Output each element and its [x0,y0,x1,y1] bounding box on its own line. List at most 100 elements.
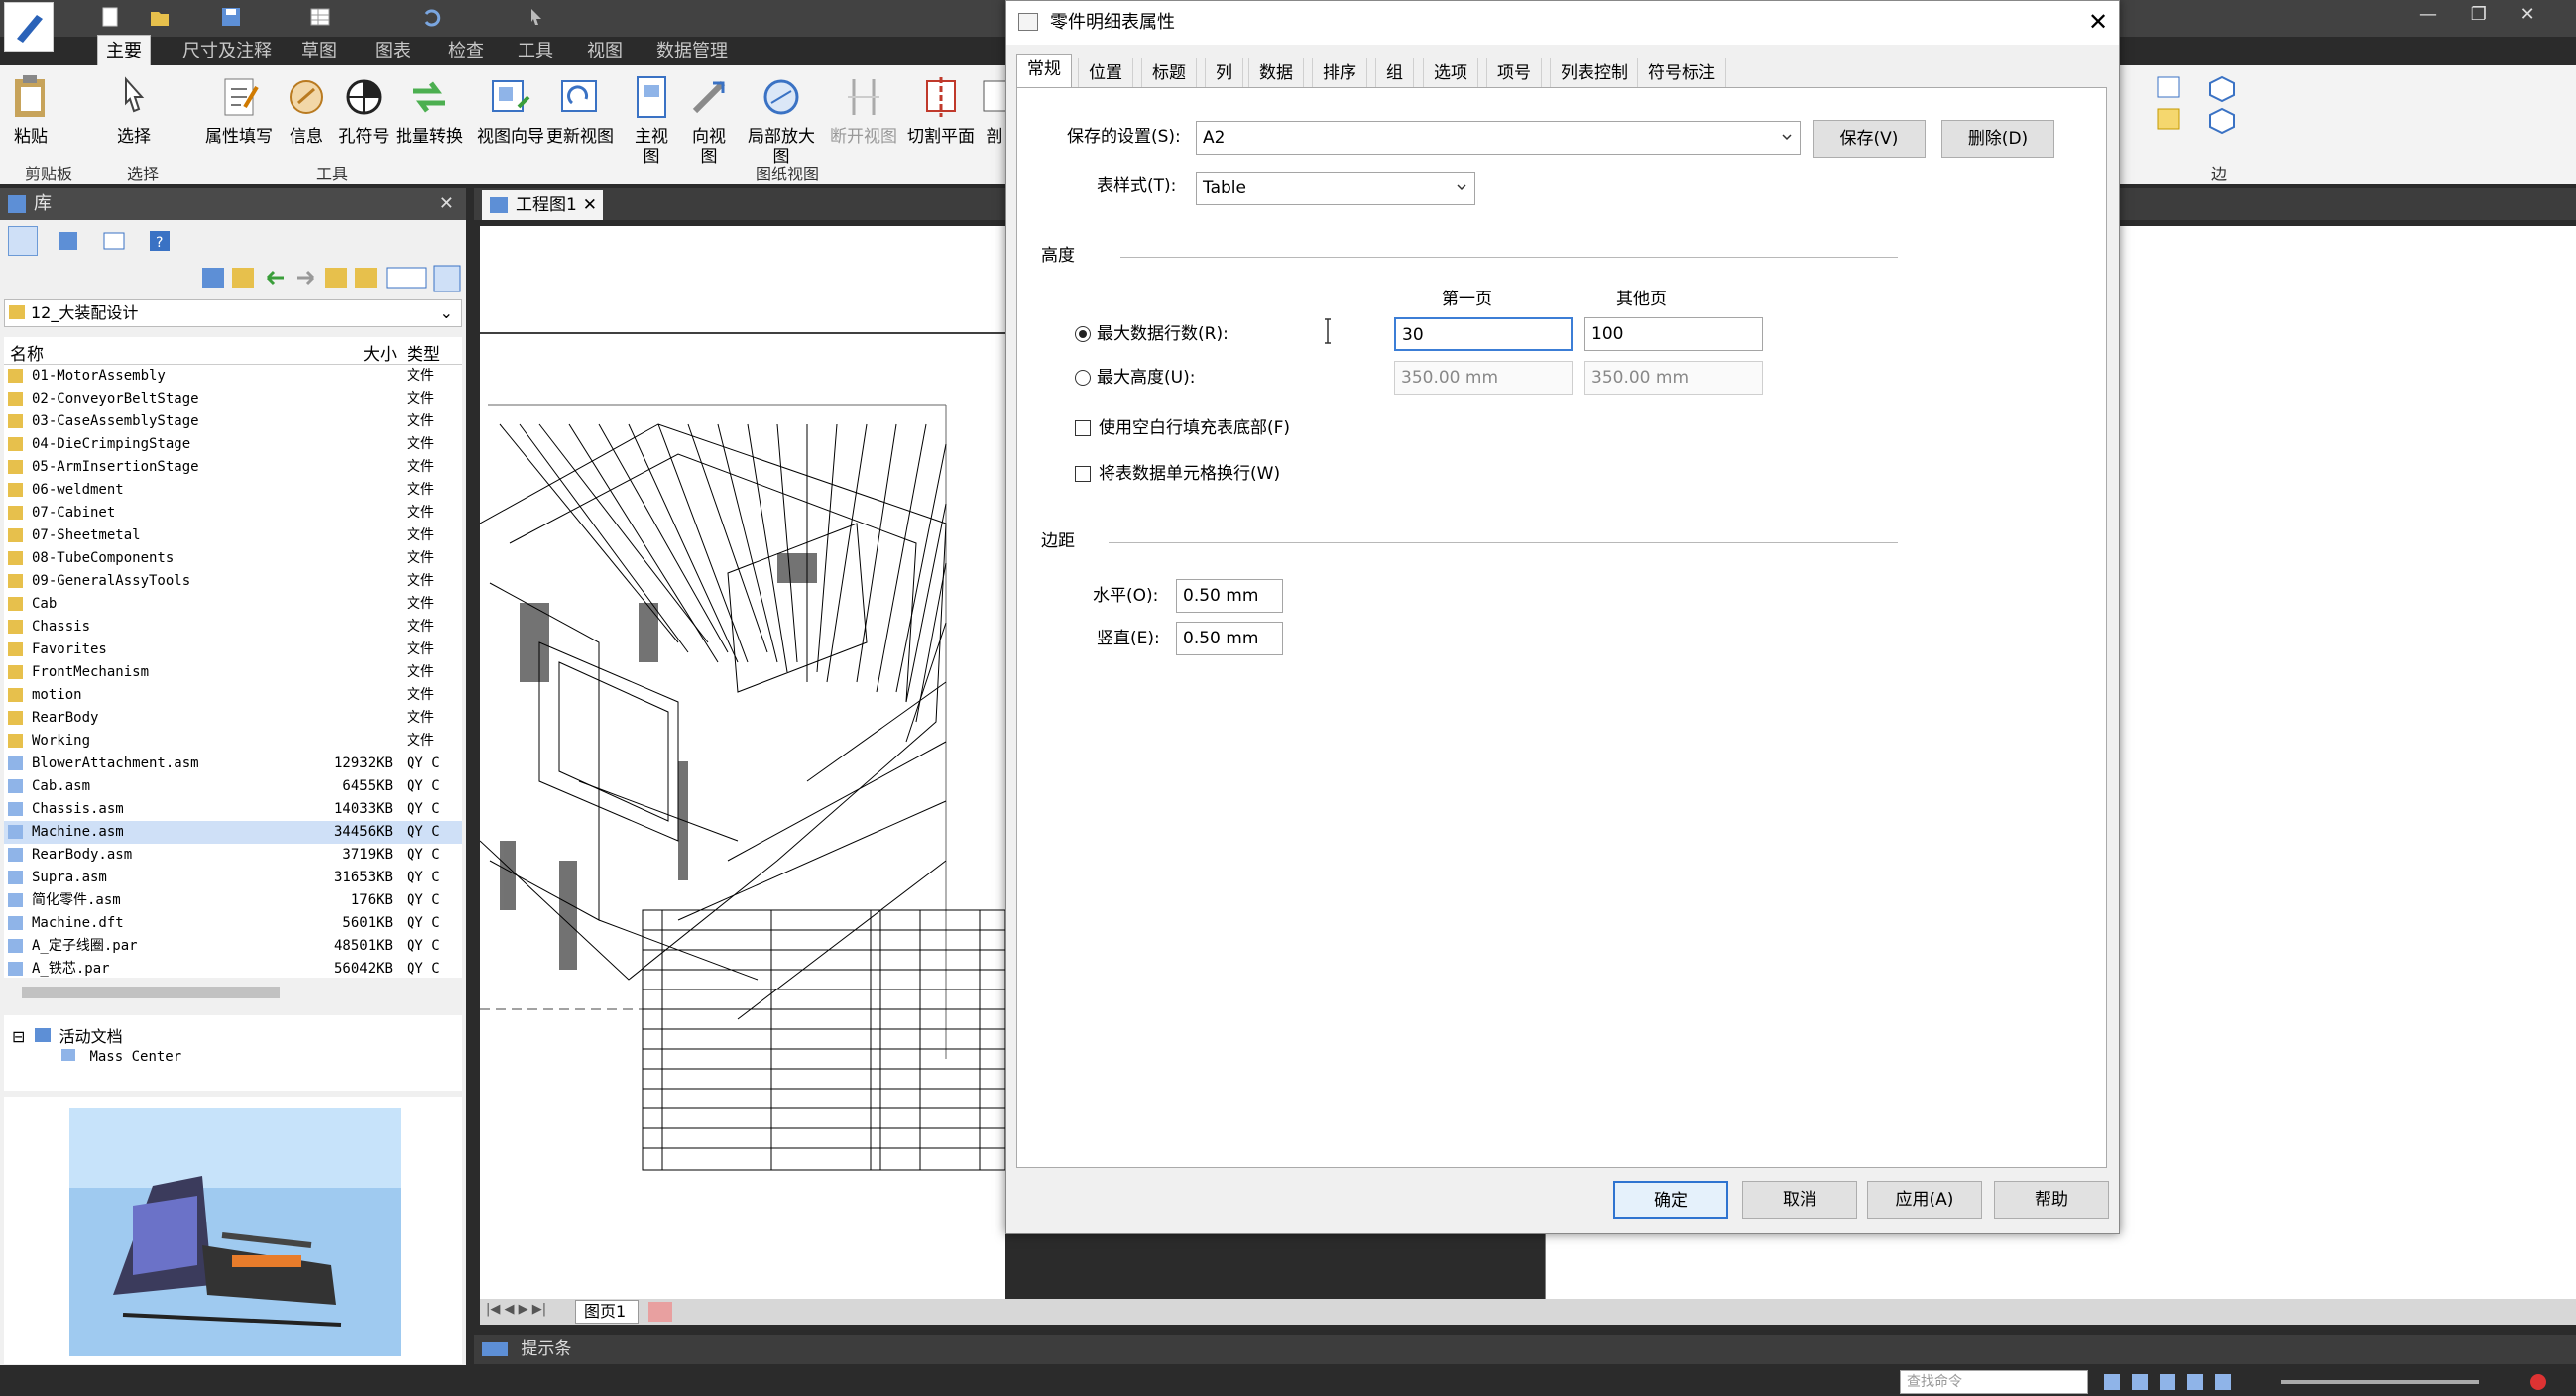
library-horizontal-scrollbar[interactable] [4,982,462,1003]
ribbon-tab-sketch[interactable]: 草图 [293,39,345,64]
minimize-icon[interactable]: — [2419,4,2437,25]
list-item[interactable]: A_铁芯.par 56042KB QY C [4,958,462,978]
list-item[interactable]: 08-TubeComponents 文件 [4,547,462,570]
parts-tab-icon[interactable] [54,226,83,256]
tab-data[interactable]: 数据 [1248,58,1304,87]
list-item[interactable]: Cab.asm 6455KB QY C [4,775,462,798]
list-item[interactable]: 07-Cabinet 文件 [4,502,462,524]
batch-convert-button[interactable]: 批量转换 [393,73,466,147]
sheet-tab[interactable]: 图页1 [575,1300,639,1324]
tab-options[interactable]: 选项 [1423,58,1478,87]
list-item[interactable]: 04-DieCrimpingStage 文件 [4,433,462,456]
list-item[interactable]: A_定子线圈.par 48501KB QY C [4,935,462,958]
select-button[interactable]: 选择 [109,73,159,147]
help-tab-icon[interactable]: ? [145,226,175,256]
saved-settings-combo[interactable]: A2 [1196,121,1801,155]
list-item[interactable]: Chassis.asm 14033KB QY C [4,798,462,821]
list-item[interactable]: Cab 文件 [4,593,462,616]
list-item[interactable]: FrontMechanism 文件 [4,661,462,684]
select-tool-icon[interactable] [526,6,547,28]
list-item[interactable]: 01-MotorAssembly 文件 [4,365,462,388]
tree-child[interactable]: Mass Center [61,1049,181,1065]
library-tab-icon[interactable] [8,226,38,256]
tab-item-number[interactable]: 项号 [1486,58,1542,87]
dialog-close-icon[interactable]: ✕ [2081,5,2115,39]
list-item[interactable]: 02-ConveyorBeltStage 文件 [4,388,462,410]
list-item[interactable]: 06-weldment 文件 [4,479,462,502]
application-button[interactable] [4,2,54,52]
column-type[interactable]: 类型 [407,340,440,365]
delete-button[interactable]: 删除(D) [1941,120,2054,158]
open-file-icon[interactable] [149,6,171,28]
tab-group[interactable]: 组 [1375,58,1414,87]
list-item[interactable]: Favorites 文件 [4,639,462,661]
max-rows-first-page-input[interactable]: 30 [1394,317,1573,351]
vertical-margin-input[interactable]: 0.50 mm [1176,622,1283,655]
help-button[interactable]: 帮助 [1994,1181,2109,1219]
ribbon-tab-chart[interactable]: 图表 [367,39,418,64]
tab-position[interactable]: 位置 [1078,58,1133,87]
ribbon-tab-inspect[interactable]: 检查 [440,39,492,64]
section-button[interactable]: 剖 [982,73,1007,147]
tab-title[interactable]: 标题 [1141,58,1197,87]
main-view-button[interactable]: 主视图 [627,73,676,167]
table-icon[interactable] [309,6,331,28]
max-height-first-page-input[interactable]: 350.00 mm [1394,361,1573,395]
list-item[interactable]: Chassis 文件 [4,616,462,639]
max-rows-radio[interactable] [1075,326,1091,342]
list-item[interactable]: Machine.dft 5601KB QY C [4,912,462,935]
list-item[interactable]: Working 文件 [4,730,462,753]
property-fill-button[interactable]: 属性填写 [202,73,276,147]
max-height-other-pages-input[interactable]: 350.00 mm [1584,361,1763,395]
layout-icon[interactable] [2154,73,2183,153]
image-tab-icon[interactable] [99,226,129,256]
command-search-input[interactable]: 查找命令 [1900,1370,2088,1394]
wrap-cells-checkbox[interactable] [1075,466,1091,482]
close-tab-icon[interactable]: ✕ [583,190,597,220]
horizontal-margin-input[interactable]: 0.50 mm [1176,579,1283,613]
save-button[interactable]: 保存(V) [1813,120,1926,158]
list-item[interactable]: BlowerAttachment.asm 12932KB QY C [4,753,462,775]
hole-symbol-button[interactable]: 孔符号 [335,73,393,147]
tab-symbol-label[interactable]: 符号标注 [1637,58,1726,87]
fill-blank-rows-checkbox[interactable] [1075,420,1091,436]
column-size[interactable]: 大小 [363,340,397,365]
ribbon-tab-view[interactable]: 视图 [579,39,631,64]
column-name[interactable]: 名称 [10,340,44,365]
list-item[interactable]: Machine.asm 34456KB QY C [4,821,462,844]
ok-button[interactable]: 确定 [1613,1181,1728,1219]
direction-view-button[interactable]: 向视图 [684,73,734,167]
ribbon-tab-data-management[interactable]: 数据管理 [648,39,736,64]
list-item[interactable]: 05-ArmInsertionStage 文件 [4,456,462,479]
list-item[interactable]: 03-CaseAssemblyStage 文件 [4,410,462,433]
max-height-radio[interactable] [1075,370,1091,386]
sheet-nav-arrows[interactable]: |◀ ◀ ▶ ▶| [486,1302,565,1322]
scroll-thumb[interactable] [22,987,280,998]
undo-icon[interactable] [420,6,442,28]
tab-columns[interactable]: 列 [1205,58,1243,87]
close-window-icon[interactable]: ✕ [2520,4,2535,25]
list-item[interactable]: 07-Sheetmetal 文件 [4,524,462,547]
apply-button[interactable]: 应用(A) [1867,1181,1982,1219]
info-button[interactable]: 信息 [282,73,331,147]
list-item[interactable]: 简化零件.asm 176KB QY C [4,889,462,912]
new-sheet-icon[interactable] [648,1302,672,1322]
save-icon[interactable] [220,6,242,28]
tab-general[interactable]: 常规 [1016,54,1072,88]
break-view-button[interactable]: 断开视图 [827,73,900,147]
document-tab[interactable]: 工程图1 ✕ [482,190,603,220]
list-item[interactable]: Supra.asm 31653KB QY C [4,867,462,889]
list-item[interactable]: 09-GeneralAssyTools 文件 [4,570,462,593]
ribbon-tab-tools[interactable]: 工具 [510,39,561,64]
collapse-icon[interactable]: ⊟ [12,1027,25,1046]
paste-button[interactable]: 粘贴 [6,73,56,147]
tree-root[interactable]: ⊟ 活动文档 [12,1023,123,1047]
panel-close-icon[interactable]: ✕ [439,188,454,220]
detail-view-button[interactable]: 局部放大图 [740,73,823,167]
drawing-canvas[interactable] [480,226,1005,1299]
list-item[interactable]: motion 文件 [4,684,462,707]
view-controls[interactable] [2102,1372,2568,1392]
table-style-combo[interactable]: Table [1196,172,1475,205]
cutting-plane-button[interactable]: 切割平面 [904,73,978,147]
tab-list-control[interactable]: 列表控制 [1550,58,1639,87]
